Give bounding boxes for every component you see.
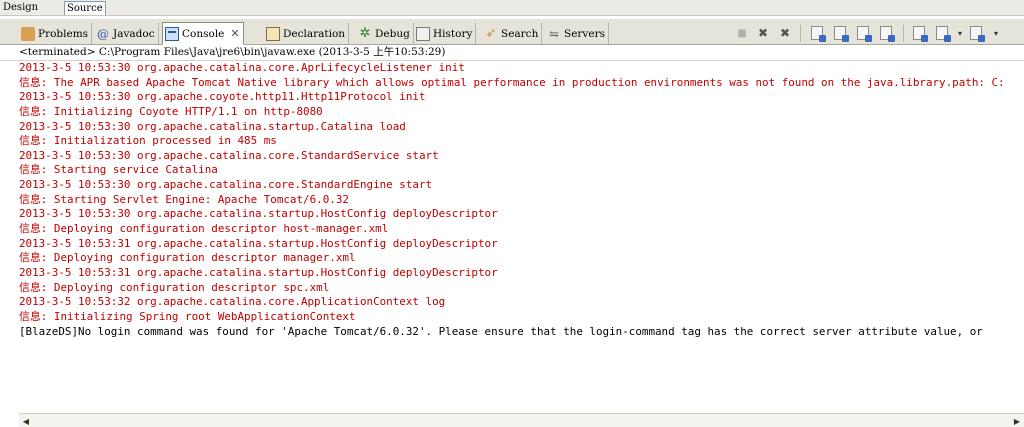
debug-icon: ✲: [359, 25, 371, 41]
console-line: 2013-3-5 10:53:30 org.apache.catalina.st…: [19, 119, 406, 133]
design-tab[interactable]: Design: [1, 1, 40, 15]
open-console-icon[interactable]: [970, 26, 985, 42]
console-line: 2013-3-5 10:53:31 org.apache.catalina.st…: [19, 265, 498, 279]
servers-icon: ⇋: [548, 26, 560, 41]
console-line: 2013-3-5 10:53:31 org.apache.catalina.st…: [19, 236, 498, 250]
tab-problems[interactable]: Problems: [19, 23, 93, 44]
remove-launch-icon[interactable]: ✖: [756, 25, 770, 41]
console-line: 信息: Initializing Spring root WebApplicat…: [19, 309, 356, 323]
toolbar-separator: [800, 25, 801, 42]
history-icon: [416, 26, 430, 41]
tab-label: History: [433, 27, 473, 40]
tab-console[interactable]: Console ✕: [162, 22, 244, 45]
tab-label: Console: [182, 27, 225, 40]
tab-debug[interactable]: ✲ Debug: [356, 23, 414, 44]
tab-history[interactable]: History: [414, 23, 477, 44]
tab-label: Servers: [564, 27, 605, 40]
remove-all-terminated-icon[interactable]: ✖: [778, 25, 792, 41]
javadoc-icon: @: [97, 26, 109, 41]
scroll-lock-icon[interactable]: [834, 26, 849, 42]
pin-console-icon[interactable]: [913, 26, 928, 42]
console-line: 2013-3-5 10:53:32 org.apache.catalina.co…: [19, 295, 446, 309]
tab-label: Declaration: [283, 27, 346, 40]
scrollbar-thumb[interactable]: [35, 416, 1024, 426]
console-line: 2013-3-5 10:53:30 org.apache.catalina.st…: [19, 207, 498, 221]
console-line: 信息: Initialization processed in 485 ms: [19, 134, 277, 148]
show-console-on-output-icon[interactable]: [880, 26, 895, 42]
clear-console-icon[interactable]: [811, 26, 826, 42]
search-icon: ➶: [485, 25, 497, 41]
tab-servers[interactable]: ⇋ Servers: [545, 23, 609, 44]
tab-declaration[interactable]: Declaration: [264, 23, 350, 44]
problems-icon: [21, 26, 35, 41]
tab-javadoc[interactable]: @ Javadoc: [94, 23, 159, 44]
console-status-line: <terminated> C:\Program Files\Java\jre6\…: [0, 45, 1024, 61]
tab-label: Debug: [375, 27, 410, 40]
terminate-icon[interactable]: ■: [735, 25, 749, 41]
word-wrap-icon[interactable]: [857, 26, 872, 42]
tab-search[interactable]: ➶ Search: [482, 23, 543, 44]
console-line: [BlazeDS]No login command was found for …: [19, 324, 983, 338]
console-line: 信息: Deploying configuration descriptor h…: [19, 222, 389, 236]
console-line: 信息: Deploying configuration descriptor s…: [19, 280, 330, 294]
toolbar-separator: [903, 25, 904, 42]
scroll-left-icon[interactable]: ◀: [19, 415, 33, 427]
console-line: 信息: Starting Servlet Engine: Apache Tomc…: [19, 192, 349, 206]
editor-mode-tabs: Design Source: [0, 0, 1024, 16]
display-selected-console-icon[interactable]: [936, 26, 951, 42]
console-line: 信息: Starting service Catalina: [19, 163, 218, 177]
console-line: 信息: The APR based Apache Tomcat Native l…: [19, 75, 1005, 89]
source-tab[interactable]: Source: [64, 1, 106, 15]
close-icon[interactable]: ✕: [230, 27, 239, 40]
horizontal-scrollbar[interactable]: ◀ ▶: [19, 413, 1024, 427]
console-icon: [165, 26, 179, 41]
console-line: 2013-3-5 10:53:30 org.apache.catalina.co…: [19, 178, 433, 192]
console-line: 2013-3-5 10:53:30 org.apache.coyote.http…: [19, 90, 426, 104]
console-line: 信息: Initializing Coyote HTTP/1.1 on http…: [19, 104, 323, 118]
chevron-down-icon[interactable]: ▾: [994, 29, 998, 38]
console-output[interactable]: 2013-3-5 10:53:30 org.apache.catalina.co…: [19, 61, 1024, 411]
console-line: 2013-3-5 10:53:30 org.apache.catalina.co…: [19, 61, 465, 74]
console-line: 2013-3-5 10:53:30 org.apache.catalina.co…: [19, 148, 439, 162]
view-tab-bar: Problems @ Javadoc Console ✕ Declaration…: [0, 19, 1024, 45]
declaration-icon: [266, 26, 280, 41]
chevron-down-icon[interactable]: ▾: [958, 29, 962, 38]
scroll-right-icon[interactable]: ▶: [1010, 415, 1024, 427]
console-line: 信息: Deploying configuration descriptor m…: [19, 251, 356, 265]
tab-label: Javadoc: [113, 27, 155, 40]
tab-label: Problems: [38, 27, 89, 40]
tab-label: Search: [501, 27, 539, 40]
